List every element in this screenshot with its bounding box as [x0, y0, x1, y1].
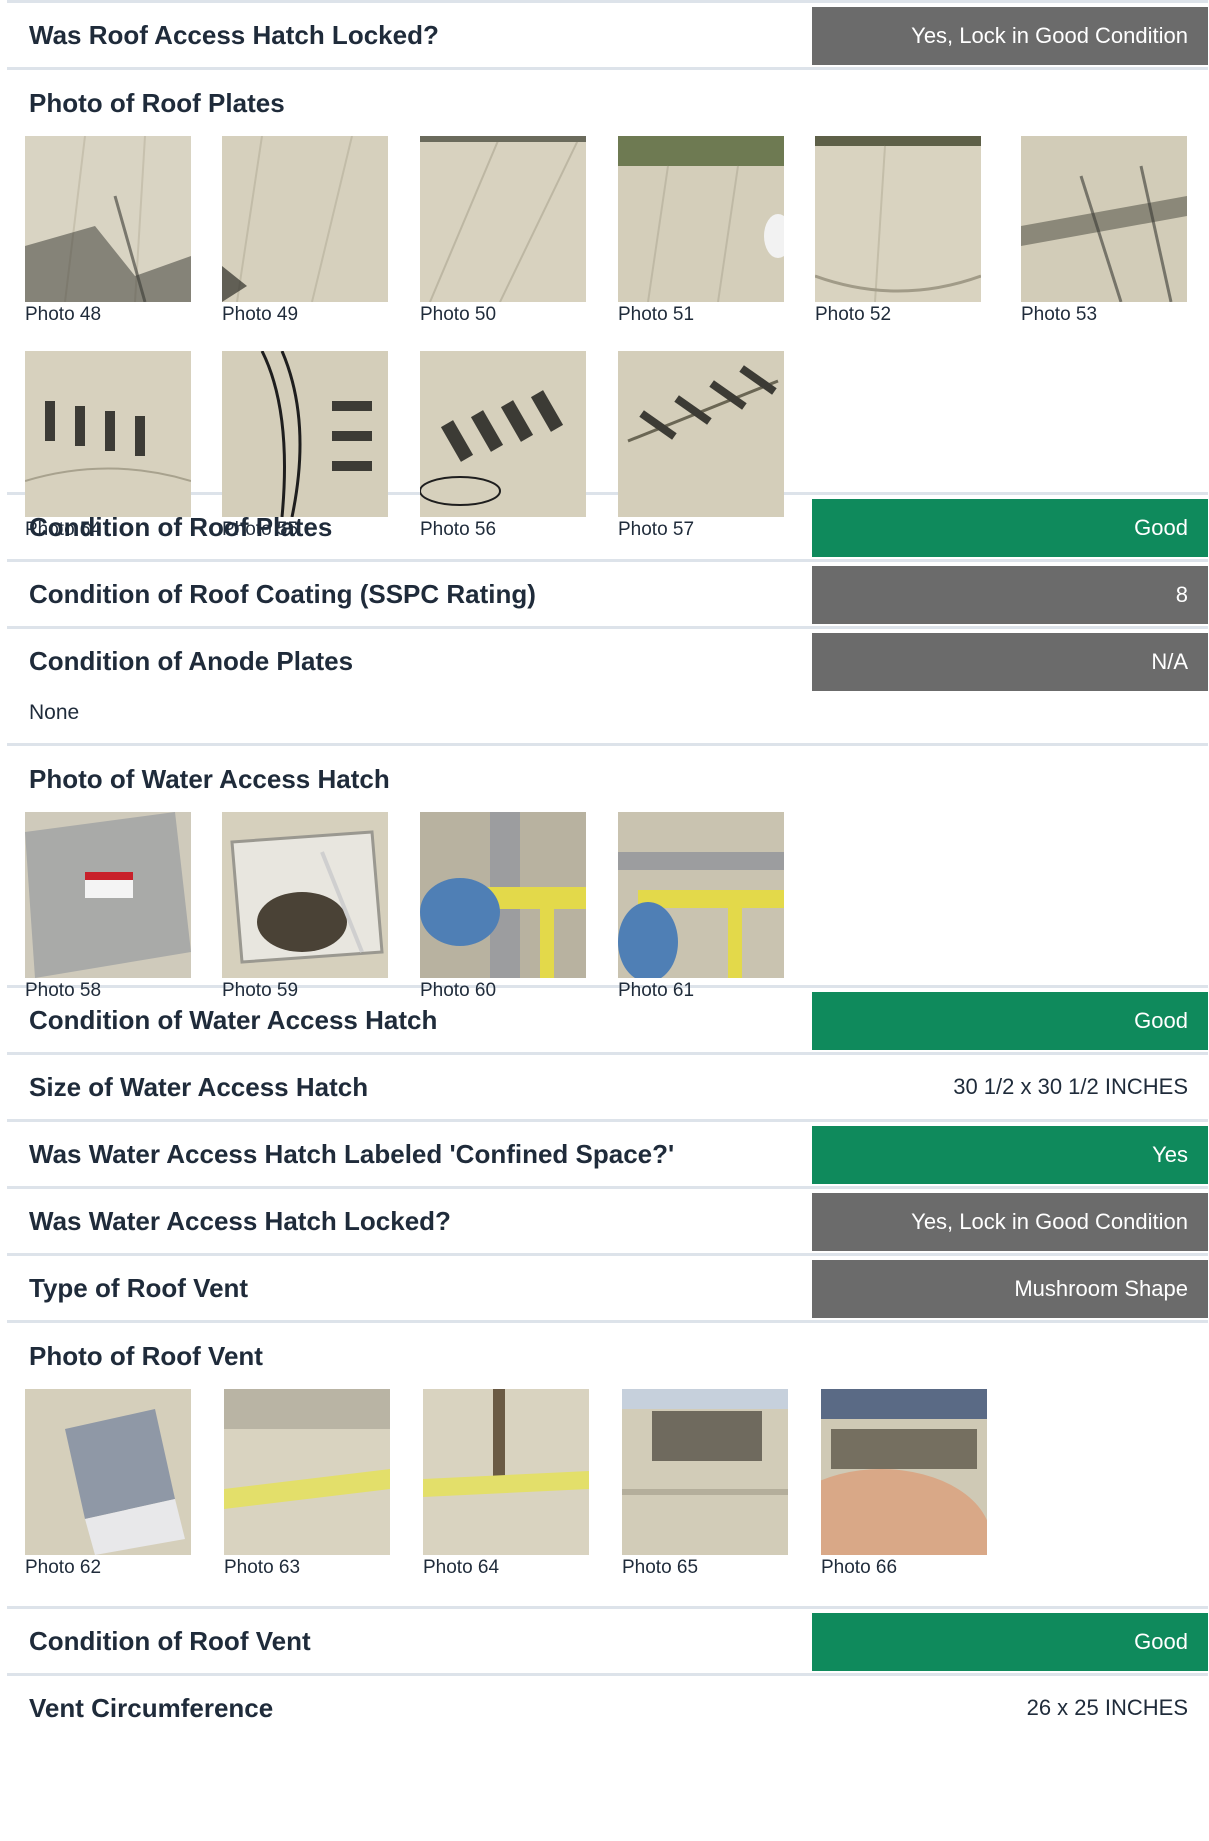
photo-caption: Photo 63 [224, 1557, 301, 1578]
photo-item[interactable]: Photo 49 [222, 136, 388, 326]
section-title: Photo of Water Access Hatch [29, 764, 390, 794]
water-hatch-size-row: Size of Water Access Hatch 30 1/2 x 30 1… [7, 1055, 1208, 1119]
photo-thumbnail[interactable] [224, 1389, 390, 1555]
photo-thumbnail[interactable] [222, 136, 388, 302]
water-hatch-locked-row: Was Water Access Hatch Locked? Yes, Lock… [7, 1189, 1208, 1253]
field-label: Was Roof Access Hatch Locked? [29, 20, 439, 50]
water-hatch-confined-row: Was Water Access Hatch Labeled 'Confined… [7, 1122, 1208, 1186]
status-badge: 8 [812, 566, 1208, 624]
photo-item[interactable]: Photo 63 [224, 1389, 390, 1579]
photo-thumbnail[interactable] [618, 136, 784, 302]
photo-thumbnail[interactable] [420, 136, 586, 302]
photo-grid-roof-plates: Photo 48 Photo 49 Photo 50 Photo 51 Phot… [7, 136, 1208, 540]
photo-grid-water-hatch: Photo 58 Photo 59 Photo 60 Photo 61 [7, 812, 1208, 1001]
photo-thumbnail[interactable] [420, 812, 586, 978]
photo-item[interactable]: Photo 48 [25, 136, 191, 326]
photo-item[interactable]: Photo 62 [25, 1389, 191, 1579]
section-title: Photo of Roof Vent [29, 1341, 263, 1371]
photo-thumbnail[interactable] [423, 1389, 589, 1555]
photo-caption: Photo 51 [618, 304, 695, 325]
roof-plates-condition-row: Condition of Roof Plates Good [7, 495, 1208, 559]
status-badge: N/A [812, 633, 1208, 691]
field-label: Condition of Roof Plates [29, 512, 333, 542]
photo-item[interactable]: Photo 51 [618, 136, 784, 326]
vent-circumference-row: Vent Circumference 26 x 25 INCHES [7, 1676, 1208, 1740]
photo-caption: Photo 50 [420, 304, 497, 325]
roof-coating-row: Condition of Roof Coating (SSPC Rating) … [7, 562, 1208, 626]
photo-item[interactable]: Photo 60 [420, 812, 586, 1002]
field-value: 26 x 25 INCHES [1026, 1695, 1188, 1720]
photo-thumbnail[interactable] [618, 812, 784, 978]
photo-thumbnail[interactable] [25, 812, 191, 978]
status-badge: Yes, Lock in Good Condition [812, 1193, 1208, 1251]
photo-caption: Photo 64 [423, 1557, 500, 1578]
field-label: Vent Circumference [29, 1693, 274, 1723]
status-badge: Yes [812, 1126, 1208, 1184]
section-title: Photo of Roof Plates [29, 88, 285, 118]
field-value: 30 1/2 x 30 1/2 INCHES [953, 1074, 1188, 1099]
photo-thumbnail[interactable] [1021, 136, 1187, 302]
roof-vent-type-row: Type of Roof Vent Mushroom Shape [7, 1256, 1208, 1320]
status-badge: Mushroom Shape [812, 1260, 1208, 1318]
photo-thumbnail[interactable] [25, 351, 191, 517]
photo-item[interactable]: Photo 50 [420, 136, 586, 326]
photo-item[interactable]: Photo 65 [622, 1389, 788, 1579]
field-label: Was Water Access Hatch Labeled 'Confined… [29, 1139, 675, 1169]
photo-item[interactable]: Photo 59 [222, 812, 388, 1002]
status-badge: Good [812, 1613, 1208, 1671]
photo-caption: Photo 49 [222, 304, 299, 325]
photo-grid-roof-vent: Photo 62 Photo 63 Photo 64 Photo 65 Phot… [7, 1389, 1208, 1606]
field-note: None [29, 701, 80, 724]
field-label: Condition of Roof Coating (SSPC Rating) [29, 579, 536, 609]
status-badge: Yes, Lock in Good Condition [812, 7, 1208, 65]
photo-caption: Photo 53 [1021, 304, 1098, 325]
photo-item[interactable]: Photo 53 [1021, 136, 1187, 326]
photo-thumbnail[interactable] [821, 1389, 987, 1555]
photo-caption: Photo 62 [25, 1557, 102, 1578]
photo-thumbnail[interactable] [420, 351, 586, 517]
status-badge: Good [812, 992, 1208, 1050]
photo-caption: Photo 65 [622, 1557, 699, 1578]
field-label: Condition of Water Access Hatch [29, 1005, 438, 1035]
status-badge: Good [812, 499, 1208, 557]
photo-thumbnail[interactable] [222, 351, 388, 517]
photo-item[interactable]: Photo 52 [815, 136, 981, 326]
photo-item[interactable]: Photo 61 [618, 812, 784, 1002]
water-hatch-condition-row: Condition of Water Access Hatch Good [7, 988, 1208, 1052]
inspection-report: Was Roof Access Hatch Locked? Yes, Lock … [7, 0, 1208, 1740]
photo-item[interactable]: Photo 58 [25, 812, 191, 1002]
photo-caption: Photo 66 [821, 1557, 898, 1578]
photo-thumbnail[interactable] [815, 136, 981, 302]
photo-item[interactable]: Photo 66 [821, 1389, 987, 1579]
field-label: Size of Water Access Hatch [29, 1072, 369, 1102]
field-label: Condition of Roof Vent [29, 1626, 311, 1656]
photo-thumbnail[interactable] [222, 812, 388, 978]
roof-vent-condition-row: Condition of Roof Vent Good [7, 1609, 1208, 1673]
roof-hatch-locked-row: Was Roof Access Hatch Locked? Yes, Lock … [7, 3, 1208, 67]
photo-caption: Photo 48 [25, 304, 102, 325]
field-label: Type of Roof Vent [29, 1273, 249, 1303]
field-label: Condition of Anode Plates [29, 646, 354, 676]
photo-thumbnail[interactable] [25, 136, 191, 302]
photo-caption: Photo 52 [815, 304, 892, 325]
field-label: Was Water Access Hatch Locked? [29, 1206, 451, 1236]
photo-thumbnail[interactable] [622, 1389, 788, 1555]
photo-thumbnail[interactable] [618, 351, 784, 517]
photo-item[interactable]: Photo 64 [423, 1389, 589, 1579]
anode-plates-row: Condition of Anode Plates N/A [7, 629, 1208, 693]
photo-thumbnail[interactable] [25, 1389, 191, 1555]
